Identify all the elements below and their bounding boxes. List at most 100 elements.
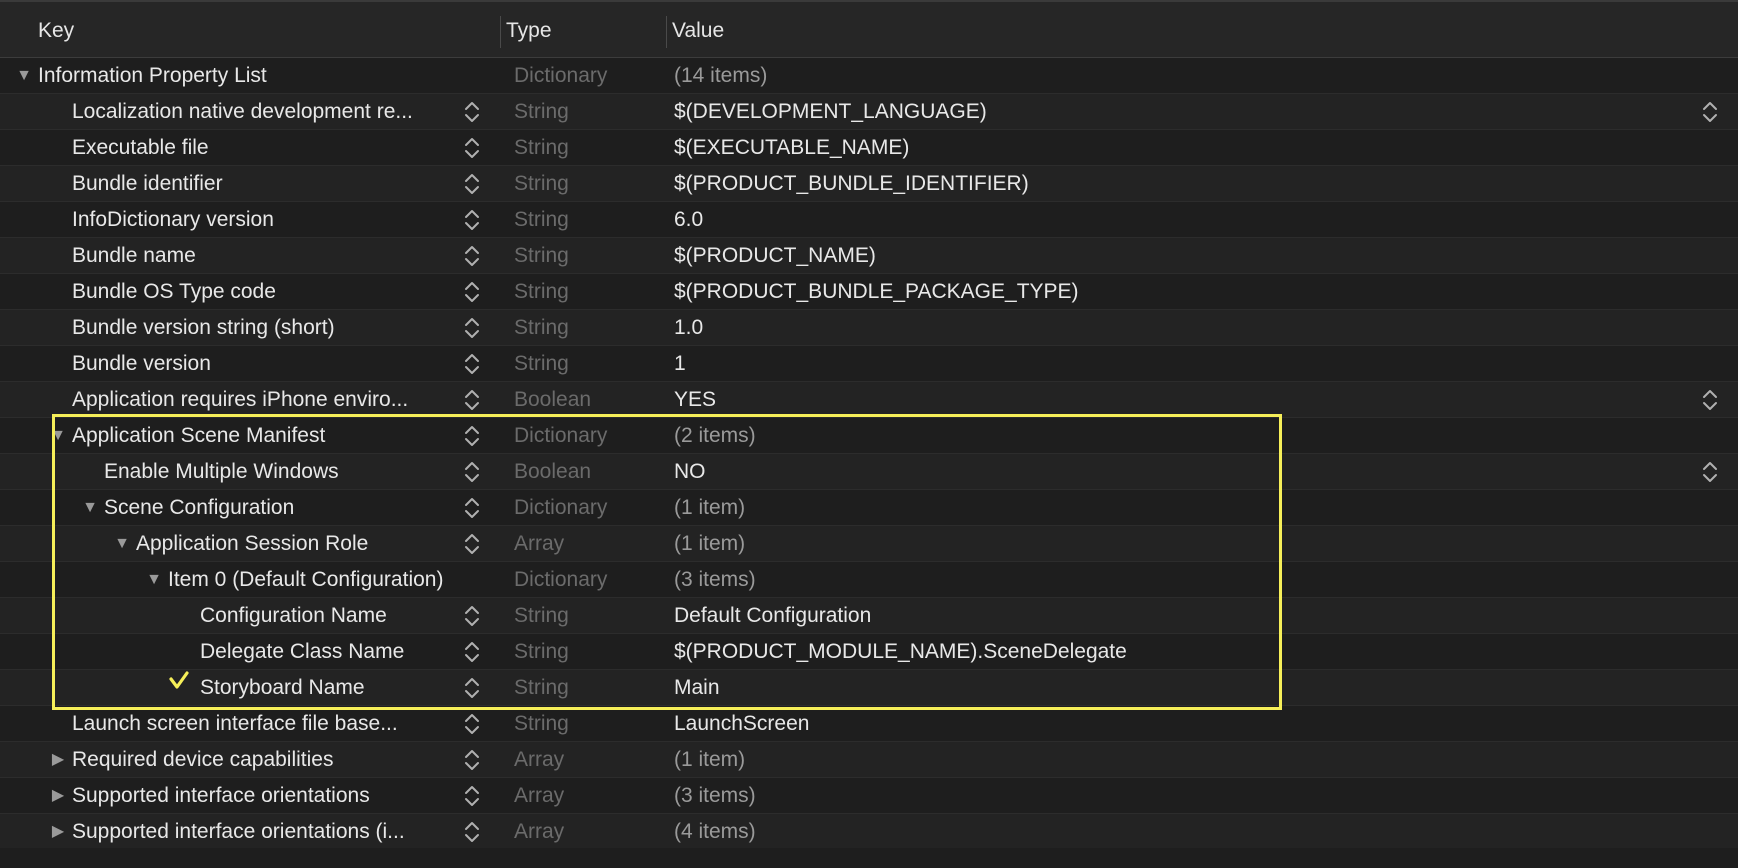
row-type[interactable]: String (514, 94, 569, 130)
plist-row[interactable]: ▼ Application Scene Manifest Dictionary (2 … (0, 418, 1738, 454)
plist-row[interactable]: Launch screen interface file base... Stri… (0, 706, 1738, 742)
row-key[interactable]: Application Scene Manifest (72, 418, 325, 454)
plist-row[interactable]: ▼ Information Property List Dictionary (14 … (0, 58, 1738, 94)
plist-row[interactable]: ▼ Scene Configuration Dictionary (1 item) (0, 490, 1738, 526)
row-value[interactable]: LaunchScreen (674, 706, 809, 742)
row-type[interactable]: String (514, 310, 569, 346)
row-value[interactable]: $(PRODUCT_MODULE_NAME).SceneDelegate (674, 634, 1127, 670)
row-type[interactable]: Array (514, 742, 564, 778)
row-value[interactable]: (3 items) (674, 778, 756, 814)
plist-row[interactable]: Bundle version string (short) String 1.0 (0, 310, 1738, 346)
row-value[interactable]: (2 items) (674, 418, 756, 454)
row-key[interactable]: Required device capabilities (72, 742, 334, 778)
row-value[interactable]: 6.0 (674, 202, 703, 238)
row-type[interactable]: String (514, 166, 569, 202)
plist-row[interactable]: Localization native development re... Str… (0, 94, 1738, 130)
row-type[interactable]: String (514, 274, 569, 310)
row-key[interactable]: Application requires iPhone enviro... (72, 382, 408, 418)
plist-row[interactable]: Bundle version String 1 (0, 346, 1738, 382)
row-type[interactable]: Dictionary (514, 418, 607, 454)
row-value[interactable]: (3 items) (674, 562, 756, 598)
row-type[interactable]: Array (514, 814, 564, 850)
row-value[interactable]: (1 item) (674, 742, 745, 778)
row-value[interactable]: 1.0 (674, 310, 703, 346)
plist-row[interactable]: Configuration Name String Default Configur… (0, 598, 1738, 634)
value-column-header[interactable]: Value (672, 2, 724, 60)
value-popup-stepper-icon[interactable] (1700, 460, 1720, 484)
row-value[interactable]: NO (674, 454, 706, 490)
row-key[interactable]: Scene Configuration (104, 490, 294, 526)
row-type[interactable]: Array (514, 526, 564, 562)
row-key[interactable]: Bundle OS Type code (72, 274, 276, 310)
type-stepper-icon[interactable] (462, 748, 482, 772)
row-type[interactable]: String (514, 130, 569, 166)
value-popup-stepper-icon[interactable] (1700, 388, 1720, 412)
plist-row[interactable]: ▶ Supported interface orientations Array (3… (0, 778, 1738, 814)
row-type[interactable]: String (514, 346, 569, 382)
plist-row[interactable]: Storyboard Name String Main (0, 670, 1738, 706)
row-key[interactable]: InfoDictionary version (72, 202, 274, 238)
disclosure-closed-icon[interactable]: ▶ (48, 814, 68, 850)
value-popup-stepper-icon[interactable] (1700, 100, 1720, 124)
column-divider[interactable] (666, 16, 667, 48)
row-value[interactable]: $(PRODUCT_BUNDLE_PACKAGE_TYPE) (674, 274, 1079, 310)
row-key[interactable]: Configuration Name (200, 598, 387, 634)
type-stepper-icon[interactable] (462, 208, 482, 232)
row-type[interactable]: Boolean (514, 382, 591, 418)
type-stepper-icon[interactable] (462, 388, 482, 412)
type-stepper-icon[interactable] (462, 316, 482, 340)
key-column-header[interactable]: Key (38, 2, 74, 60)
type-stepper-icon[interactable] (462, 712, 482, 736)
row-type[interactable]: String (514, 598, 569, 634)
type-stepper-icon[interactable] (462, 100, 482, 124)
row-key[interactable]: Launch screen interface file base... (72, 706, 398, 742)
type-stepper-icon[interactable] (462, 496, 482, 520)
row-value[interactable]: $(DEVELOPMENT_LANGUAGE) (674, 94, 987, 130)
row-key[interactable]: Delegate Class Name (200, 634, 404, 670)
row-value[interactable]: Main (674, 670, 720, 706)
row-key[interactable]: Localization native development re... (72, 94, 413, 130)
row-type[interactable]: Dictionary (514, 562, 607, 598)
plist-row[interactable]: ▼ Item 0 (Default Configuration) Dictionar… (0, 562, 1738, 598)
type-stepper-icon[interactable] (462, 172, 482, 196)
row-key[interactable]: Enable Multiple Windows (104, 454, 339, 490)
plist-row[interactable]: Bundle name String $(PRODUCT_NAME) (0, 238, 1738, 274)
row-type[interactable]: Boolean (514, 454, 591, 490)
row-key[interactable]: Supported interface orientations (72, 778, 370, 814)
disclosure-closed-icon[interactable]: ▶ (48, 778, 68, 814)
plist-row[interactable]: Executable file String $(EXECUTABLE_NAME) (0, 130, 1738, 166)
row-type[interactable]: String (514, 202, 569, 238)
plist-row[interactable]: ▶ Required device capabilities Array (1 ite… (0, 742, 1738, 778)
row-value[interactable]: Default Configuration (674, 598, 871, 634)
row-type[interactable]: String (514, 634, 569, 670)
row-value[interactable]: (1 item) (674, 526, 745, 562)
row-type[interactable]: Dictionary (514, 58, 607, 94)
disclosure-closed-icon[interactable]: ▶ (48, 742, 68, 778)
row-key[interactable]: Storyboard Name (200, 670, 365, 706)
type-column-header[interactable]: Type (506, 2, 552, 60)
row-key[interactable]: Bundle name (72, 238, 196, 274)
row-type[interactable]: Array (514, 778, 564, 814)
type-stepper-icon[interactable] (462, 280, 482, 304)
plist-row[interactable]: Bundle OS Type code String $(PRODUCT_BUNDL… (0, 274, 1738, 310)
row-value[interactable]: $(PRODUCT_BUNDLE_IDENTIFIER) (674, 166, 1029, 202)
type-stepper-icon[interactable] (462, 352, 482, 376)
disclosure-open-icon[interactable]: ▼ (144, 562, 164, 598)
type-stepper-icon[interactable] (462, 460, 482, 484)
type-stepper-icon[interactable] (462, 136, 482, 160)
disclosure-open-icon[interactable]: ▼ (14, 58, 34, 94)
row-type[interactable]: String (514, 238, 569, 274)
row-type[interactable]: String (514, 706, 569, 742)
type-stepper-icon[interactable] (462, 640, 482, 664)
plist-row[interactable]: ▶ Supported interface orientations (i... A… (0, 814, 1738, 850)
row-key[interactable]: Supported interface orientations (i... (72, 814, 405, 850)
row-value[interactable]: (1 item) (674, 490, 745, 526)
type-stepper-icon[interactable] (462, 244, 482, 268)
row-type[interactable]: Dictionary (514, 490, 607, 526)
row-value[interactable]: YES (674, 382, 716, 418)
row-key[interactable]: Bundle version (72, 346, 211, 382)
row-value[interactable]: 1 (674, 346, 686, 382)
plist-row[interactable]: Application requires iPhone enviro... Boo… (0, 382, 1738, 418)
plist-row[interactable]: Bundle identifier String $(PRODUCT_BUNDLE_… (0, 166, 1738, 202)
row-value[interactable]: (14 items) (674, 58, 767, 94)
